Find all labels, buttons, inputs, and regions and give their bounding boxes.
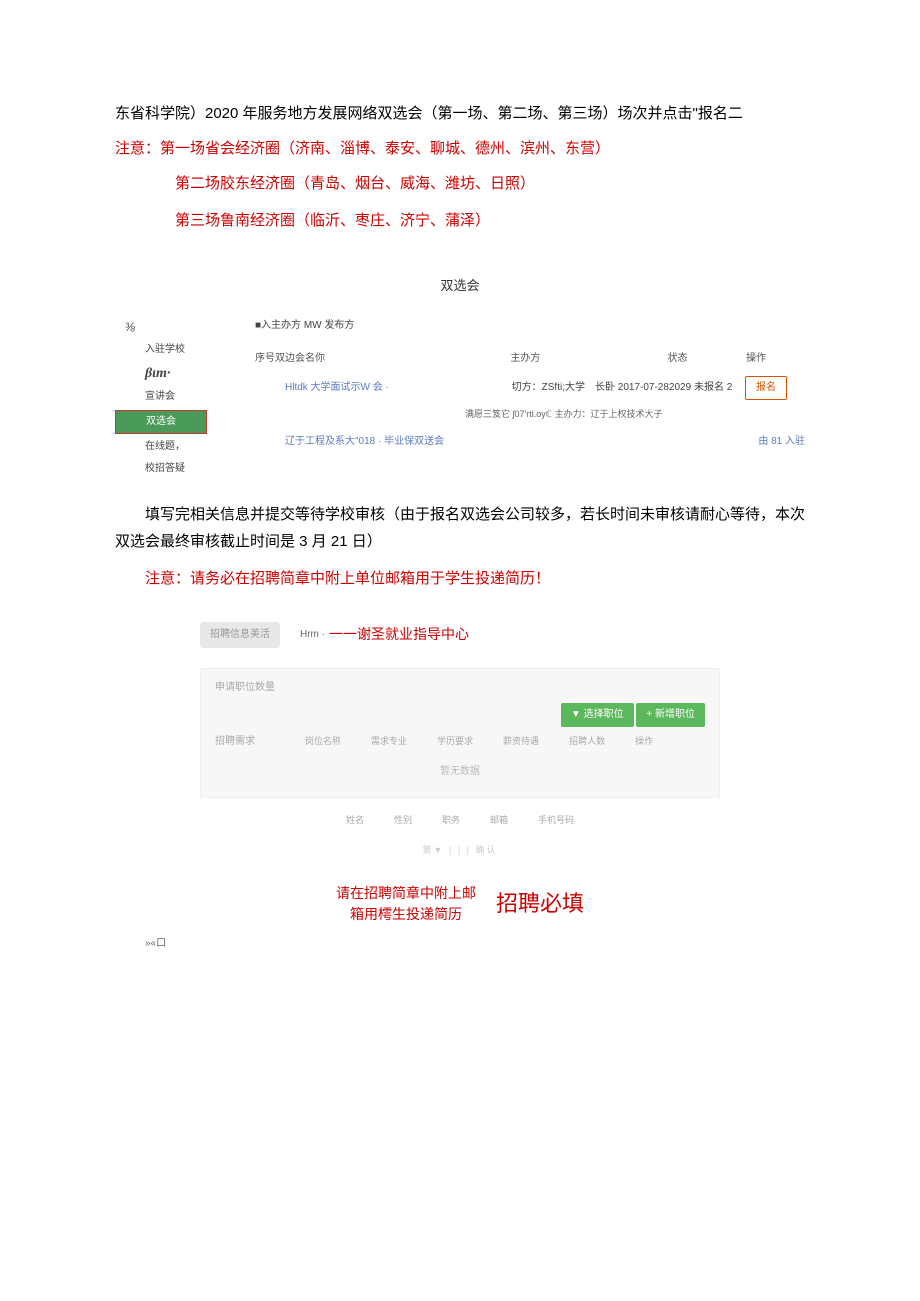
add-position-button[interactable]: + 新增职位	[636, 703, 705, 727]
col-major: 需求专业	[371, 733, 407, 749]
bottom-line1: 请在招聘简章中附上邮	[336, 885, 476, 901]
contact-gender: 性别	[394, 812, 412, 828]
corner-mark: »«口	[115, 935, 805, 953]
no-data: 暂无数据	[215, 757, 705, 787]
center-title: 一一谢圣就业指导中心	[329, 622, 469, 647]
form-section: 招聘信息美活 Hrm · 一一谢圣就业指导中心 申请职位数量 ▼ 选择职位 + …	[200, 622, 720, 858]
hrm-label: Hrm ·	[300, 626, 325, 644]
intro-line: 东省科学院）2020 年服务地方发展网络双选会（第一场、第二场、第三场）场次并点…	[115, 100, 805, 127]
row-action-cell: 报名	[745, 376, 805, 400]
row2-entered[interactable]: 由 81 入驻	[758, 433, 805, 451]
col-count: 招聘人数	[569, 733, 605, 749]
row2-name[interactable]: 辽于工程及系大"018 · 毕业保双送会	[255, 433, 595, 451]
contact-name: 姓名	[346, 812, 364, 828]
row-date: 长卧 2017-07-282029 未报名 2	[595, 379, 745, 397]
beta-icon: βιm·	[115, 361, 245, 386]
form-top: 招聘信息美活 Hrm · 一一谢圣就业指导中心	[200, 622, 720, 648]
sidebar-active-label: 双选会	[115, 410, 207, 434]
table-row: 辽于工程及系大"018 · 毕业保双送会 由 81 入驻	[255, 433, 805, 451]
button-row: ▼ 选择职位 + 新增职位	[215, 703, 705, 727]
col-op: 操作	[635, 733, 653, 749]
host-name: ZSfti;大学	[542, 382, 585, 393]
sidebar-item-online[interactable]: 在线题，	[115, 436, 245, 458]
col-salary: 薪资待遇	[503, 733, 539, 749]
table-header: 序号双边会名你 主办方 状态 操作	[255, 350, 805, 368]
notice-3: 第三场鲁南经济圈（临沂、枣庄、济宁、蒲泽）	[115, 207, 805, 234]
section-header: 双选会	[115, 274, 805, 297]
mid-notice: 注意：请务必在招聘简章中附上单位邮箱用于学生投递简历！	[115, 565, 805, 592]
row-host: 切方：ZSfti;大学	[455, 379, 595, 397]
signup-button[interactable]: 报名	[745, 376, 787, 400]
host-prefix: 切方：	[512, 382, 542, 393]
table-area: ⅜ 入驻学校 βιm· 宣讲会 双选会 在线题， 校招答疑 ■入主办方 MW 发…	[115, 317, 805, 450]
form-pill[interactable]: 招聘信息美活	[200, 622, 280, 648]
notice-1: 注意：第一场省会经济圈（济南、淄博、泰安、聊城、德州、滨州、东营）	[115, 135, 805, 162]
col-edu: 学历要求	[437, 733, 473, 749]
apply-count-label: 申请职位数量	[215, 679, 285, 697]
fraction-icon: ⅜	[115, 317, 245, 339]
sidebar-item-school[interactable]: 入驻学校	[115, 339, 245, 361]
bottom-big-text: 招聘必填	[496, 884, 584, 924]
sidebar: ⅜ 入驻学校 βιm· 宣讲会 双选会 在线题， 校招答疑	[115, 317, 245, 480]
filter-row: ■入主办方 MW 发布方	[255, 317, 805, 335]
notice-prefix: 注意：	[115, 140, 160, 157]
th-status: 状态	[668, 350, 747, 368]
row-name[interactable]: Hltdk 大学面试示W 会 ·	[255, 379, 455, 397]
notice-2: 第二场胶东经济圈（青岛、烟台、威海、潍坊、日照）	[115, 170, 805, 197]
notice-1-text: 第一场省会经济圈（济南、淄博、泰安、聊城、德州、滨州、东营）	[160, 140, 610, 157]
table-row: Hltdk 大学面试示W 会 · 切方：ZSfti;大学 长卧 2017-07-…	[255, 376, 805, 400]
bottom-note: 请在招聘简章中附上邮 箱用樗生投递简历 招聘必填	[115, 883, 805, 925]
th-host: 主办方	[510, 350, 667, 368]
th-name: 序号双边会名你	[255, 350, 510, 368]
mid-text: 填写完相关信息并提交等待学校审核（由于报名双选会公司较多，若长时间未审核请耐心等…	[115, 501, 805, 555]
col-position: 岗位名称	[305, 733, 341, 749]
divider: 第▼ | | | 确认	[200, 842, 720, 858]
sub-line: 满愿三笈它 ʃ07'rtl.oyℂ 主办力：辽于上权技术大子	[255, 406, 805, 422]
contact-title: 职务	[442, 812, 460, 828]
bottom-left-text: 请在招聘简章中附上邮 箱用樗生投递简历	[336, 883, 476, 925]
apply-box: 申请职位数量 ▼ 选择职位 + 新增职位 招聘需求 岗位名称 需求专业 学历要求…	[200, 668, 720, 798]
th-action: 操作	[746, 350, 805, 368]
sidebar-item-active[interactable]: 双选会	[115, 408, 245, 436]
demand-label: 招聘需求	[215, 733, 285, 751]
contact-email: 邮箱	[490, 812, 508, 828]
table-content: ■入主办方 MW 发布方 序号双边会名你 主办方 状态 操作 Hltdk 大学面…	[255, 317, 805, 450]
contact-phone: 手机号码	[538, 812, 574, 828]
sidebar-item-talk[interactable]: 宣讲会	[115, 386, 245, 408]
sidebar-item-qa[interactable]: 校招答疑	[115, 458, 245, 480]
contact-row: 姓名 性别 职务 邮箱 手机号码	[200, 812, 720, 828]
select-position-button[interactable]: ▼ 选择职位	[561, 703, 634, 727]
mini-table-header: 岗位名称 需求专业 学历要求 薪资待遇 招聘人数 操作	[295, 733, 653, 749]
bottom-line2: 箱用樗生投递简历	[350, 906, 462, 922]
